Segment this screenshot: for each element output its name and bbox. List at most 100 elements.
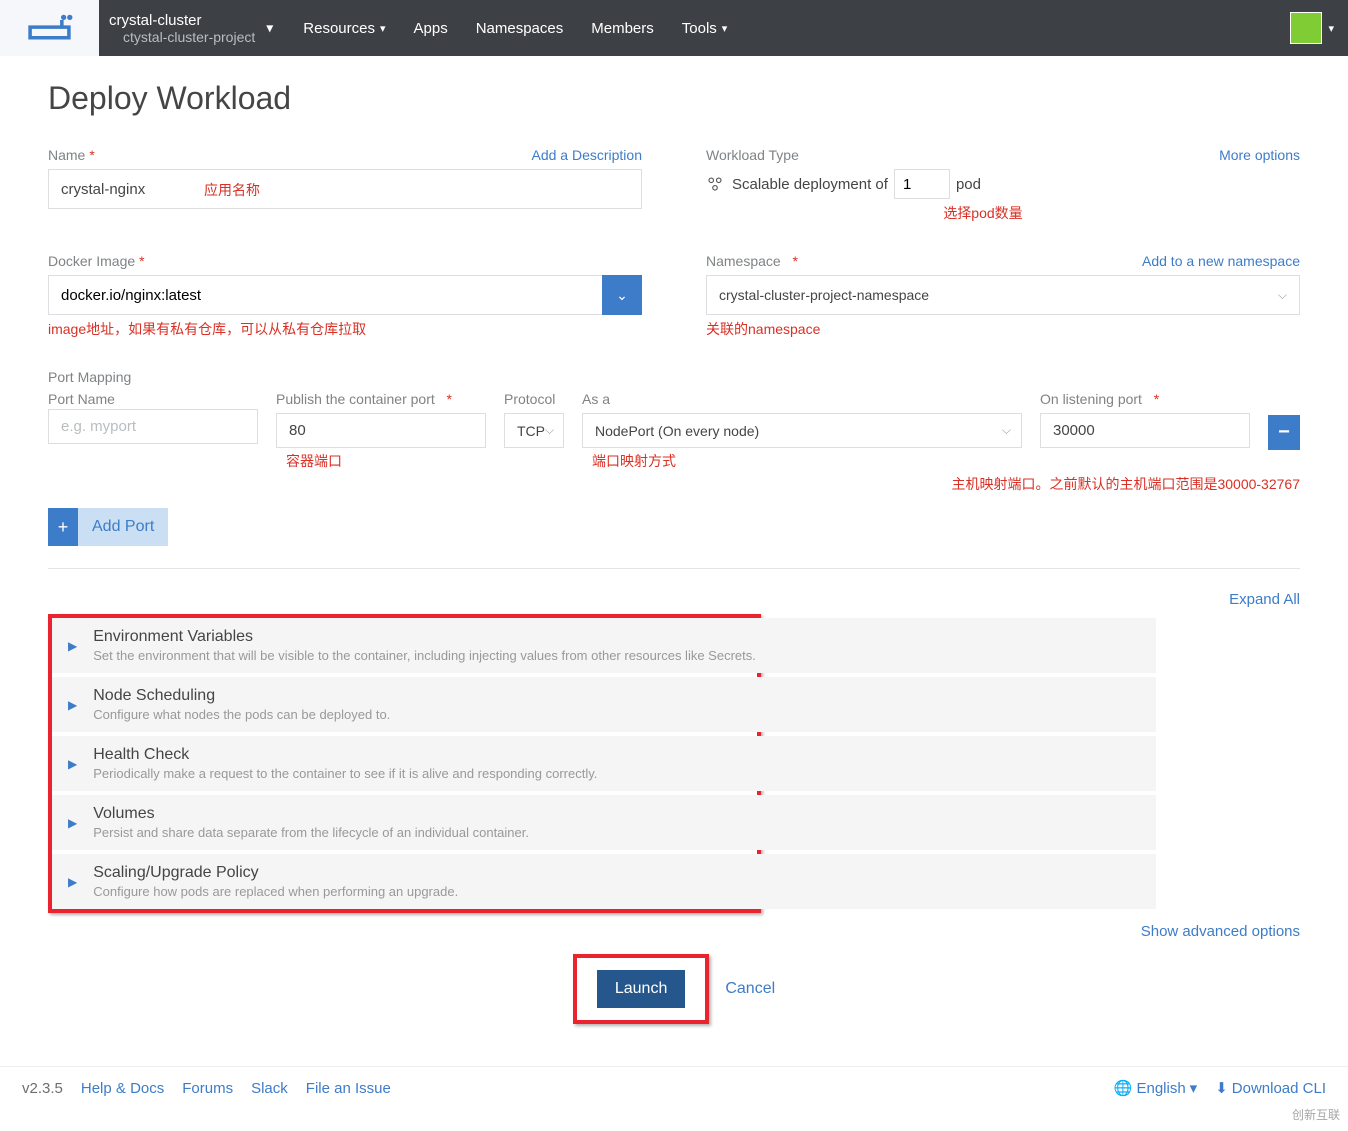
logo[interactable] bbox=[0, 0, 99, 56]
cluster-name: crystal-cluster bbox=[109, 12, 255, 29]
nav-members[interactable]: Members bbox=[577, 20, 668, 37]
chevron-down-icon: ▾ bbox=[1190, 1079, 1198, 1097]
expand-all-link[interactable]: Expand All bbox=[48, 591, 1300, 608]
slack-link[interactable]: Slack bbox=[251, 1080, 288, 1097]
panel-desc: Configure how pods are replaced when per… bbox=[93, 884, 1140, 899]
panel-node-scheduling[interactable]: ▶ Node Scheduling Configure what nodes the… bbox=[52, 677, 1156, 732]
panel-desc: Configure what nodes the pods can be dep… bbox=[93, 707, 1140, 722]
protocol-select[interactable]: TCP ⌵ bbox=[504, 413, 564, 448]
panel-desc: Periodically make a request to the conta… bbox=[93, 766, 1140, 781]
panel-title: Scaling/Upgrade Policy bbox=[93, 864, 1140, 882]
name-annotation: 应用名称 bbox=[204, 180, 260, 200]
version-label: v2.3.5 bbox=[22, 1080, 63, 1097]
avatar bbox=[1290, 12, 1322, 44]
docker-image-annotation: image地址，如果有私有仓库，可以从私有仓库拉取 bbox=[48, 319, 642, 339]
chevron-down-icon: ⌄ bbox=[616, 287, 628, 304]
download-icon: ⬇ bbox=[1215, 1079, 1228, 1097]
namespace-annotation: 关联的namespace bbox=[706, 319, 1300, 339]
globe-icon: 🌐 bbox=[1114, 1079, 1133, 1097]
panel-scaling-upgrade-policy[interactable]: ▶ Scaling/Upgrade Policy Configure how pod… bbox=[52, 854, 1156, 909]
panel-title: Environment Variables bbox=[93, 628, 1140, 646]
docker-image-dropdown[interactable]: ⌄ bbox=[602, 275, 642, 315]
caret-right-icon: ▶ bbox=[68, 757, 77, 771]
remove-port-button[interactable]: − bbox=[1268, 415, 1300, 450]
help-docs-link[interactable]: Help & Docs bbox=[81, 1080, 164, 1097]
forums-link[interactable]: Forums bbox=[182, 1080, 233, 1097]
workload-type-label: Workload Type bbox=[706, 147, 1300, 163]
deployment-icon bbox=[706, 175, 724, 193]
publish-port-label: Publish the container port * bbox=[276, 391, 486, 407]
panels-list: ▶ Environment Variables Set the environmen… bbox=[52, 618, 1156, 909]
add-port-button[interactable]: + Add Port bbox=[48, 508, 168, 546]
chevron-down-icon: ▾ bbox=[266, 20, 273, 37]
chevron-down-icon: ▾ bbox=[1328, 22, 1334, 35]
panel-volumes[interactable]: ▶ Volumes Persist and share data separate … bbox=[52, 795, 1156, 850]
port-type-select[interactable]: NodePort (On every node) ⌵ bbox=[582, 413, 1022, 448]
port-mapping-label: Port Mapping bbox=[48, 369, 1300, 385]
header: crystal-cluster ctystal-cluster-project … bbox=[0, 0, 1348, 56]
port-name-label: Port Name bbox=[48, 391, 258, 407]
panel-health-check[interactable]: ▶ Health Check Periodically make a request… bbox=[52, 736, 1156, 791]
nav-apps[interactable]: Apps bbox=[400, 20, 462, 37]
panel-title: Health Check bbox=[93, 746, 1140, 764]
caret-right-icon: ▶ bbox=[68, 816, 77, 830]
rancher-logo-icon bbox=[22, 13, 77, 43]
container-port-annotation: 容器端口 bbox=[276, 451, 486, 471]
caret-right-icon: ▶ bbox=[68, 698, 77, 712]
docker-image-input[interactable] bbox=[48, 275, 602, 315]
nav-menu: Resources▾ Apps Namespaces Members Tools… bbox=[285, 0, 1276, 56]
add-namespace-link[interactable]: Add to a new namespace bbox=[1142, 253, 1300, 269]
chevron-down-icon: ⌵ bbox=[1002, 423, 1011, 438]
scalable-text-post: pod bbox=[956, 176, 981, 193]
listening-port-annotation: 主机映射端口。之前默认的主机端口范围是30000-32767 bbox=[48, 474, 1300, 494]
listening-port-input[interactable] bbox=[1040, 413, 1250, 448]
name-input[interactable] bbox=[48, 169, 642, 209]
scalable-text-pre: Scalable deployment of bbox=[732, 176, 888, 193]
pod-count-input[interactable] bbox=[894, 169, 950, 199]
nav-namespaces[interactable]: Namespaces bbox=[462, 20, 578, 37]
chevron-down-icon: ▾ bbox=[380, 22, 386, 35]
pod-count-annotation: 选择pod数量 bbox=[706, 203, 1300, 223]
as-a-label: As a bbox=[582, 391, 1022, 407]
docker-image-label: Docker Image* bbox=[48, 253, 642, 269]
cancel-button[interactable]: Cancel bbox=[725, 980, 775, 998]
language-select[interactable]: 🌐 English ▾ bbox=[1114, 1079, 1197, 1097]
chevron-down-icon: ⌵ bbox=[1278, 288, 1287, 303]
add-description-link[interactable]: Add a Description bbox=[531, 147, 642, 163]
footer: v2.3.5 Help & Docs Forums Slack File an … bbox=[0, 1066, 1348, 1109]
port-name-input[interactable] bbox=[48, 409, 258, 444]
container-port-input[interactable] bbox=[276, 413, 486, 448]
port-type-annotation: 端口映射方式 bbox=[582, 451, 1022, 471]
launch-button[interactable]: Launch bbox=[597, 970, 686, 1008]
divider bbox=[48, 568, 1300, 569]
cluster-selector[interactable]: crystal-cluster ctystal-cluster-project … bbox=[99, 0, 285, 56]
minus-icon: − bbox=[1278, 421, 1290, 444]
listening-port-label: On listening port * bbox=[1040, 391, 1250, 407]
nav-resources[interactable]: Resources▾ bbox=[289, 20, 399, 37]
caret-right-icon: ▶ bbox=[68, 875, 77, 889]
file-issue-link[interactable]: File an Issue bbox=[306, 1080, 391, 1097]
protocol-label: Protocol bbox=[504, 391, 564, 407]
more-options-link[interactable]: More options bbox=[1219, 147, 1300, 163]
chevron-down-icon: ⌵ bbox=[545, 423, 554, 438]
launch-highlight: Launch bbox=[573, 954, 710, 1024]
watermark: 创新互联 bbox=[1292, 1106, 1340, 1123]
namespace-value: crystal-cluster-project-namespace bbox=[719, 287, 929, 303]
chevron-down-icon: ▾ bbox=[722, 22, 728, 35]
show-advanced-link[interactable]: Show advanced options bbox=[48, 923, 1300, 940]
main-content: Deploy Workload Name* Add a Description … bbox=[0, 80, 1348, 1044]
plus-icon: + bbox=[48, 508, 78, 546]
page-title: Deploy Workload bbox=[48, 80, 1300, 117]
user-menu[interactable]: ▾ bbox=[1276, 0, 1348, 56]
download-cli-link[interactable]: ⬇ Download CLI bbox=[1215, 1079, 1326, 1097]
namespace-select[interactable]: crystal-cluster-project-namespace ⌵ bbox=[706, 275, 1300, 315]
project-name: ctystal-cluster-project bbox=[109, 29, 255, 45]
panel-environment-variables[interactable]: ▶ Environment Variables Set the environmen… bbox=[52, 618, 1156, 673]
panels-highlight: ▶Environment VariablesSet the environmen… bbox=[48, 614, 761, 913]
panel-desc: Persist and share data separate from the… bbox=[93, 825, 1140, 840]
panel-desc: Set the environment that will be visible… bbox=[93, 648, 1140, 663]
panel-title: Node Scheduling bbox=[93, 687, 1140, 705]
caret-right-icon: ▶ bbox=[68, 639, 77, 653]
panel-title: Volumes bbox=[93, 805, 1140, 823]
nav-tools[interactable]: Tools▾ bbox=[668, 20, 742, 37]
